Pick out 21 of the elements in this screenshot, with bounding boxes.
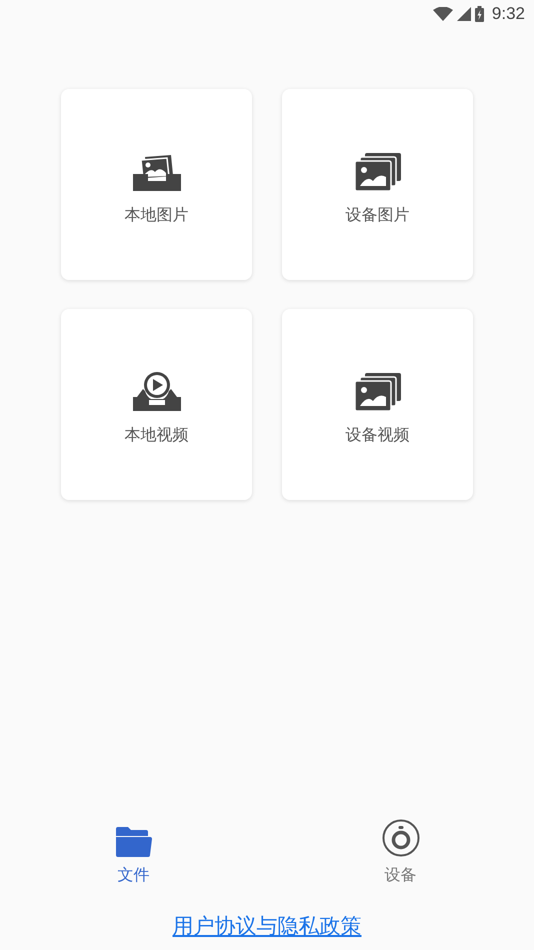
nav-tab[interactable]: 设备 [267, 810, 534, 886]
media-card[interactable]: 设备图片 [282, 89, 473, 280]
battery-icon [474, 6, 484, 22]
nav-tab[interactable]: 文件 [0, 810, 267, 886]
card-label: 设备图片 [346, 205, 410, 226]
media-card[interactable]: 本地视频 [61, 309, 252, 500]
card-label: 设备视频 [346, 425, 410, 446]
card-label: 本地视频 [124, 425, 188, 446]
image-stack-icon [354, 373, 400, 411]
media-card[interactable]: 本地图片 [61, 89, 252, 280]
signal-icon [456, 7, 471, 21]
image-stack-icon [354, 153, 400, 191]
card-label: 本地图片 [124, 205, 188, 226]
video-tray-icon [132, 371, 180, 411]
policy-link[interactable]: 用户协议与隐私政策 [172, 912, 362, 940]
status-time: 9:32 [492, 4, 525, 24]
image-tray-icon [132, 153, 180, 191]
media-card[interactable]: 设备视频 [282, 309, 473, 500]
folder-icon [116, 827, 152, 857]
wifi-icon [432, 7, 453, 21]
camera-ring-icon [382, 819, 420, 857]
